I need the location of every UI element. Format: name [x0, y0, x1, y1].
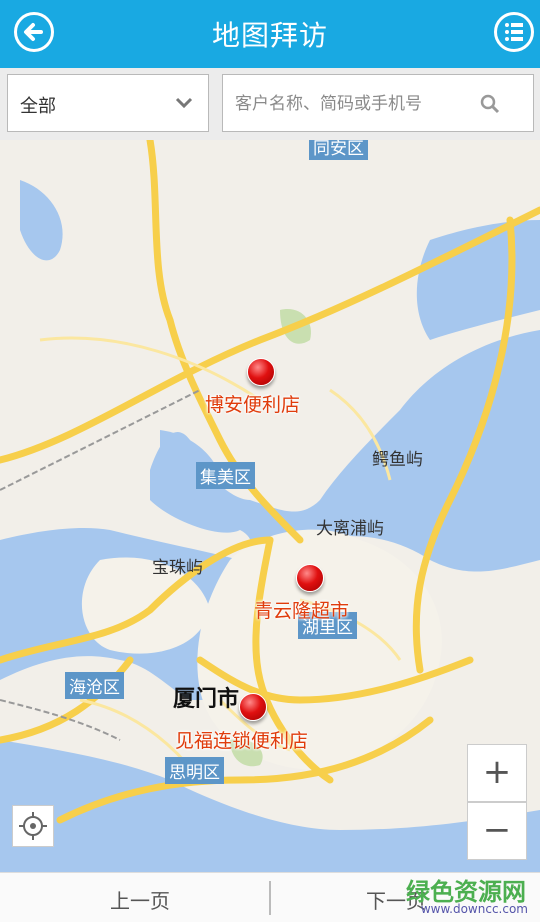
district-label-siming: 思明区: [165, 757, 224, 784]
crosshair-icon: [19, 812, 47, 840]
locate-button[interactable]: [12, 805, 54, 847]
district-label-jimei: 集美区: [196, 462, 255, 489]
app-header: 地图拜访: [0, 0, 540, 68]
store-pin-boan[interactable]: [247, 358, 275, 386]
filter-bar: 全部: [0, 68, 540, 140]
store-label-qingyun[interactable]: 青云隆超市: [254, 596, 349, 623]
map-view[interactable]: 同安区 博安便利店 鳄鱼屿 集美区 大离浦屿 宝珠屿 湖里区 青云隆超市 海沧区…: [0, 140, 540, 872]
list-menu-icon: [505, 23, 523, 41]
store-pin-jianfu[interactable]: [239, 693, 267, 721]
zoom-out-button[interactable]: −: [467, 802, 527, 860]
city-label-xiamen: 厦门市: [173, 687, 240, 712]
store-label-boan[interactable]: 博安便利店: [205, 390, 300, 417]
category-select-value: 全部: [20, 96, 56, 117]
store-pin-qingyun[interactable]: [296, 564, 324, 592]
menu-button[interactable]: [494, 12, 534, 52]
island-label-dali: 大离浦屿: [316, 519, 384, 539]
search-box: [222, 74, 534, 132]
pagination-divider: [269, 881, 271, 915]
zoom-in-button[interactable]: +: [467, 744, 527, 802]
island-label-eyu: 鳄鱼屿: [372, 450, 423, 470]
watermark-site: www.downcc.com: [420, 902, 528, 916]
district-label-tongan: 同安区: [309, 140, 368, 160]
search-input[interactable]: [233, 85, 477, 123]
chevron-down-icon: [175, 97, 193, 109]
district-label-haicang: 海沧区: [65, 672, 124, 699]
store-label-jianfu[interactable]: 见福连锁便利店: [175, 726, 308, 753]
island-label-baozhu: 宝珠屿: [152, 558, 203, 578]
search-icon[interactable]: [479, 93, 501, 115]
prev-page-button[interactable]: 上一页: [110, 885, 170, 914]
category-select[interactable]: 全部: [7, 74, 209, 132]
page-title: 地图拜访: [211, 19, 328, 52]
map-base: [0, 140, 540, 872]
